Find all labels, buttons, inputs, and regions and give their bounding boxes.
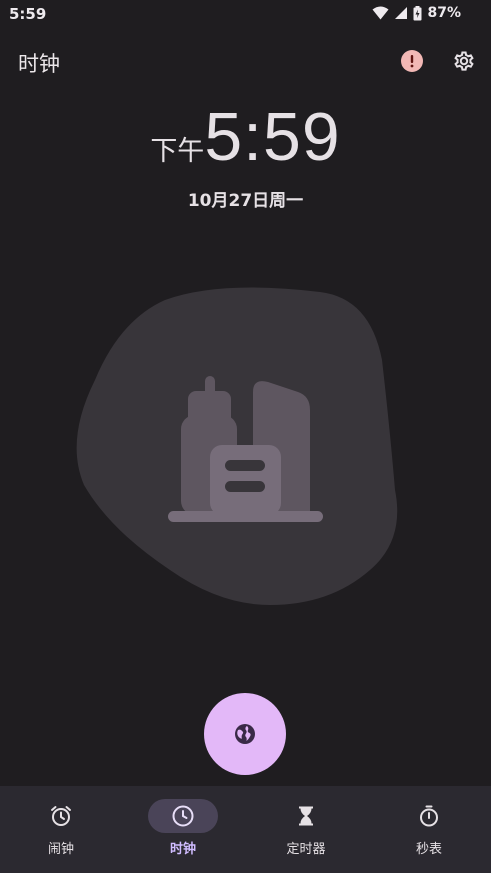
- digital-clock: 下午5:59: [0, 98, 491, 176]
- nav-icon-container: [394, 799, 464, 833]
- clock-time: 5:59: [204, 99, 341, 175]
- city-illustration: [70, 280, 410, 610]
- clock-date: 10月27日周一: [187, 191, 304, 211]
- nav-icon-container-active: [148, 799, 218, 833]
- nav-item-stopwatch[interactable]: 秒表: [368, 786, 490, 873]
- nav-item-alarm[interactable]: 闹钟: [0, 786, 122, 873]
- settings-button[interactable]: [444, 41, 484, 81]
- clock-icon: [172, 805, 194, 827]
- gear-icon: [454, 51, 474, 71]
- alert-icon: [401, 50, 423, 72]
- nav-label-timer: 定时器: [286, 842, 326, 857]
- stopwatch-icon: [420, 805, 438, 827]
- globe-icon: [235, 724, 255, 744]
- world-clock-fab-button[interactable]: [204, 693, 286, 775]
- wifi-icon: [372, 6, 389, 20]
- clock-ampm: 下午: [150, 136, 205, 167]
- hourglass-icon: [299, 806, 313, 826]
- alert-button[interactable]: [392, 41, 432, 81]
- nav-icon-container: [26, 799, 96, 833]
- nav-label-alarm: 闹钟: [47, 842, 74, 857]
- battery-percent: 87%: [427, 5, 461, 21]
- status-icons: 87%: [372, 5, 461, 21]
- app-title: 时钟: [18, 52, 60, 76]
- nav-item-clock[interactable]: 时钟: [122, 786, 244, 873]
- signal-icon: [395, 7, 408, 19]
- clock-screen: 5:59 87% 时钟 下午5:59 10月27日周一 闹钟 时钟 定时器 秒表: [0, 0, 491, 873]
- status-time: 5:59: [9, 5, 47, 23]
- battery-icon: [413, 5, 422, 20]
- bottom-navigation: 闹钟 时钟 定时器 秒表: [0, 786, 491, 873]
- nav-icon-container: [271, 799, 341, 833]
- alarm-icon: [51, 806, 71, 826]
- nav-label-clock: 时钟: [169, 842, 196, 857]
- nav-label-stopwatch: 秒表: [415, 842, 442, 857]
- nav-item-timer[interactable]: 定时器: [245, 786, 367, 873]
- status-bar: 5:59 87%: [0, 0, 491, 28]
